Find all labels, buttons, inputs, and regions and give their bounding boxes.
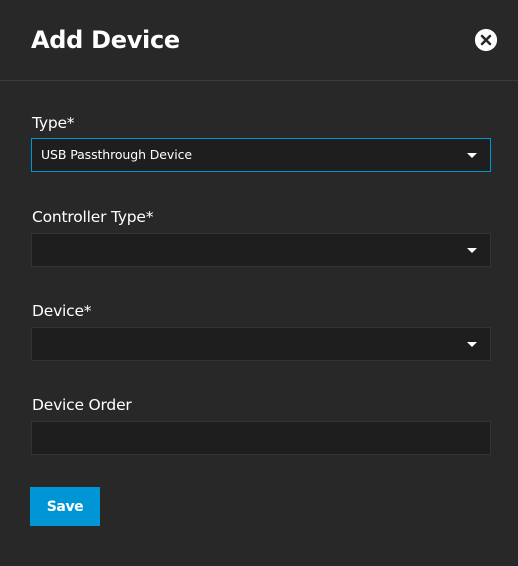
close-button[interactable] (475, 29, 497, 51)
controller-type-select[interactable] (31, 233, 491, 267)
close-circle-icon (475, 29, 497, 51)
dialog-title: Add Device (31, 26, 180, 54)
add-device-dialog: Add Device Type* USB Passthrough Device … (0, 0, 518, 566)
device-label: Device* (32, 302, 92, 320)
chevron-down-icon (467, 248, 477, 253)
dialog-header: Add Device (0, 0, 518, 81)
controller-type-label: Controller Type* (32, 208, 154, 226)
save-button[interactable]: Save (30, 487, 100, 526)
device-order-label: Device Order (32, 396, 132, 414)
device-order-input[interactable] (31, 421, 491, 455)
type-select-value: USB Passthrough Device (41, 147, 192, 162)
chevron-down-icon (467, 342, 477, 347)
type-select[interactable]: USB Passthrough Device (31, 138, 491, 172)
chevron-down-icon (467, 153, 477, 158)
device-select[interactable] (31, 327, 491, 361)
type-label: Type* (32, 114, 75, 132)
